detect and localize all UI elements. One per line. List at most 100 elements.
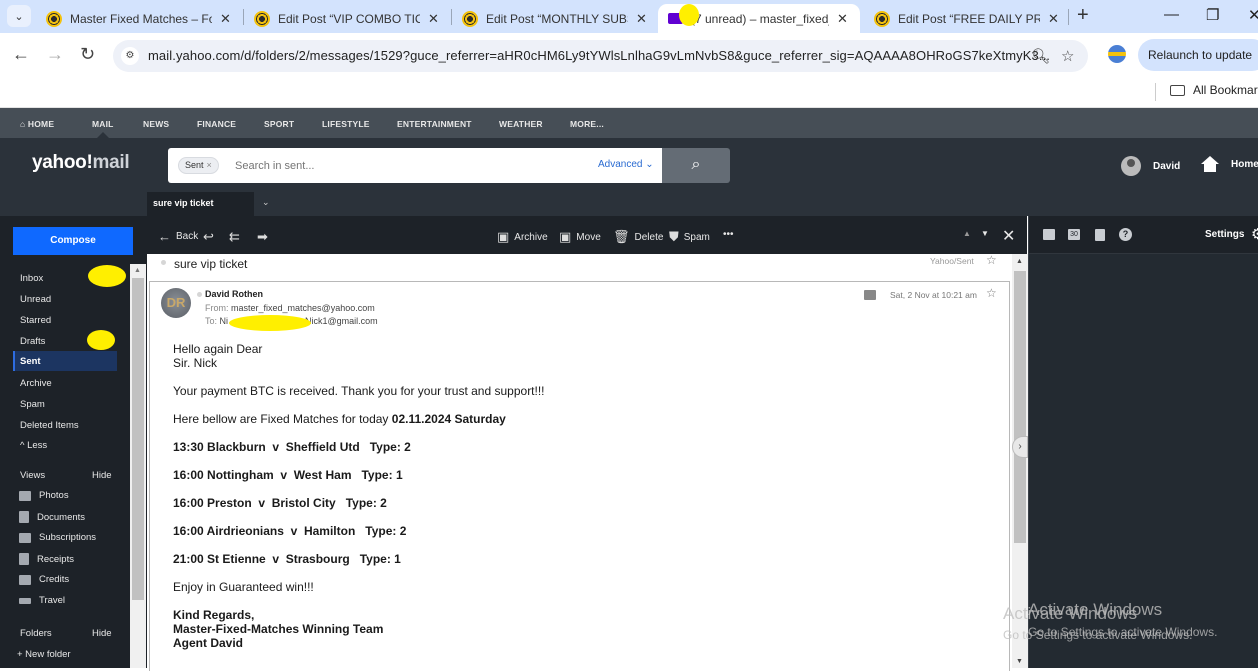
nav-finance[interactable]: FINANCE — [197, 119, 236, 129]
star-icon[interactable]: ☆ — [986, 253, 997, 267]
nav-home[interactable]: ⌂ HOME — [20, 119, 54, 129]
chip-remove-icon[interactable]: × — [207, 160, 212, 170]
close-window-button[interactable]: ✕ — [1248, 6, 1258, 24]
nav-weather[interactable]: WEATHER — [499, 119, 543, 129]
next-message-icon[interactable]: ▼ — [981, 229, 989, 238]
advanced-search-button[interactable]: Advanced ⌄ — [598, 159, 654, 170]
close-tab-icon[interactable]: ✕ — [428, 11, 439, 27]
sender-name[interactable]: David Rothen — [205, 289, 263, 299]
chevron-down-icon[interactable]: ⌄ — [262, 197, 270, 208]
previous-message-icon[interactable]: ▲ — [963, 229, 971, 238]
expand-panel-button[interactable]: › — [1012, 436, 1028, 458]
sidebar-item-spam[interactable]: Spam — [13, 394, 117, 414]
sidebar-item-deleted-items[interactable]: Deleted Items — [13, 415, 117, 435]
reply-button[interactable]: ↩ — [203, 229, 214, 245]
search-input[interactable] — [235, 156, 575, 176]
scroll-down-icon[interactable]: ▼ — [1016, 658, 1023, 665]
close-tab-icon[interactable]: ✕ — [837, 11, 848, 27]
browser-toolbar: ← → ↻ ⚙ mail.yahoo.com/d/folders/2/messa… — [0, 33, 1258, 77]
view-label: Photos — [39, 490, 69, 501]
new-folder-button[interactable]: + New folder — [17, 649, 71, 660]
view-subscriptions[interactable]: Subscriptions — [19, 532, 96, 543]
move-button[interactable]: ▣ Move — [559, 229, 601, 245]
view-photos[interactable]: Photos — [19, 490, 69, 501]
scroll-up-icon[interactable]: ▲ — [134, 267, 141, 274]
spam-button[interactable]: ⛊ Spam — [669, 229, 710, 245]
back-button[interactable]: ← Back — [158, 229, 198, 244]
view-travel[interactable]: Travel — [19, 595, 65, 606]
relaunch-to-update-button[interactable]: Relaunch to update — [1138, 39, 1258, 71]
address-bar[interactable]: ⚙ mail.yahoo.com/d/folders/2/messages/15… — [113, 40, 1088, 72]
close-tab-icon[interactable]: ✕ — [636, 11, 647, 27]
nav-sport[interactable]: SPORT — [264, 119, 294, 129]
sidebar-less-toggle[interactable]: ^ Less — [13, 435, 117, 455]
yahoo-mail-logo[interactable]: yahoo!mail — [32, 152, 130, 174]
gear-icon[interactable]: ⚙ — [1251, 225, 1258, 243]
profile-avatar-icon[interactable] — [1108, 45, 1126, 63]
browser-tab[interactable]: Master Fixed Matches – Foot ✕ — [36, 4, 241, 33]
notepad-icon[interactable] — [1095, 229, 1105, 241]
user-profile-button[interactable]: David — [1121, 156, 1180, 176]
sidebar-scrollbar[interactable]: ▲ — [130, 264, 146, 668]
contacts-icon[interactable] — [1043, 229, 1055, 240]
close-message-icon[interactable]: ✕ — [1002, 226, 1015, 246]
all-bookmarks-label: All Bookmarks — [1193, 83, 1258, 97]
more-actions-button[interactable]: ••• — [723, 229, 734, 240]
nav-entertainment[interactable]: ENTERTAINMENT — [397, 119, 472, 129]
scrollbar-thumb[interactable] — [1014, 271, 1026, 543]
close-tab-icon[interactable]: ✕ — [1048, 11, 1059, 27]
nav-mail[interactable]: MAIL — [92, 119, 114, 129]
football-icon — [462, 10, 478, 27]
browser-tab[interactable]: Edit Post “MONTHLY SUBSC ✕ — [452, 4, 657, 33]
new-tab-button[interactable]: + — [1077, 4, 1089, 27]
restore-window-button[interactable]: ❐ — [1206, 6, 1219, 24]
from-email[interactable]: master_fixed_matches@yahoo.com — [231, 303, 375, 313]
browser-tab[interactable]: Edit Post “VIP COMBO TICKE ✕ — [244, 4, 449, 33]
all-bookmarks-button[interactable]: All Bookmarks — [1170, 83, 1258, 97]
nav-more[interactable]: MORE... — [570, 119, 604, 129]
sidebar-item-archive[interactable]: Archive — [13, 373, 117, 393]
views-hide-button[interactable]: Hide — [92, 470, 112, 481]
forward-button[interactable]: ➡ — [257, 229, 268, 245]
calendar-icon[interactable]: 30 — [1068, 229, 1080, 240]
site-settings-icon[interactable]: ⚙ — [121, 47, 139, 65]
reply-all-button[interactable]: ⇇ — [229, 229, 240, 245]
body-line: Your payment BTC is received. Thank you … — [173, 384, 545, 398]
help-icon[interactable]: ? — [1119, 228, 1132, 241]
search-filter-chip[interactable]: Sent × — [178, 157, 219, 174]
sidebar-item-starred[interactable]: Starred — [13, 310, 117, 330]
search-button[interactable]: ⌕ — [662, 148, 730, 183]
to-email-prefix[interactable]: Ni — [220, 316, 229, 326]
minimize-window-button[interactable]: — — [1164, 6, 1179, 23]
to-email-suffix[interactable]: Nick1@gmail.com — [305, 316, 378, 326]
view-documents[interactable]: Documents — [19, 511, 85, 523]
home-button[interactable]: Home — [1201, 156, 1258, 172]
delete-button[interactable]: 🗑︎ Delete — [613, 229, 663, 245]
close-tab-icon[interactable]: ✕ — [220, 11, 231, 27]
print-icon[interactable] — [864, 290, 876, 300]
forward-arrow-icon[interactable]: → — [46, 44, 64, 65]
view-credits[interactable]: Credits — [19, 574, 69, 585]
activate-windows-title: Activate Windows — [1028, 600, 1163, 619]
scrollbar-thumb[interactable] — [132, 278, 144, 600]
sidebar-item-unread[interactable]: Unread — [13, 289, 117, 309]
bookmark-star-icon[interactable]: ☆ — [1061, 47, 1074, 65]
folders-hide-button[interactable]: Hide — [92, 628, 112, 639]
url-text[interactable]: mail.yahoo.com/d/folders/2/messages/1529… — [148, 48, 1050, 63]
sidebar-item-sent[interactable]: Sent — [13, 351, 117, 371]
browser-tab[interactable]: Edit Post “FREE DAILY PREDI ✕ — [864, 4, 1069, 33]
zoom-magnifier-icon[interactable]: 🔍︎ — [1031, 47, 1050, 65]
compose-button[interactable]: Compose — [13, 227, 133, 255]
scroll-up-icon[interactable]: ▲ — [1016, 258, 1023, 265]
tab-search-button[interactable]: ⌄ — [7, 5, 31, 27]
view-receipts[interactable]: Receipts — [19, 553, 74, 565]
star-icon[interactable]: ☆ — [986, 286, 997, 300]
back-arrow-icon[interactable]: ← — [12, 44, 30, 65]
message-tab[interactable]: sure vip ticket — [147, 192, 254, 216]
reload-icon[interactable]: ↻ — [80, 44, 95, 65]
nav-lifestyle[interactable]: LIFESTYLE — [322, 119, 370, 129]
nav-news[interactable]: NEWS — [143, 119, 169, 129]
read-status-dot — [161, 260, 166, 265]
archive-button[interactable]: ▣ Archive — [497, 229, 548, 245]
settings-button[interactable]: Settings — [1205, 229, 1244, 240]
